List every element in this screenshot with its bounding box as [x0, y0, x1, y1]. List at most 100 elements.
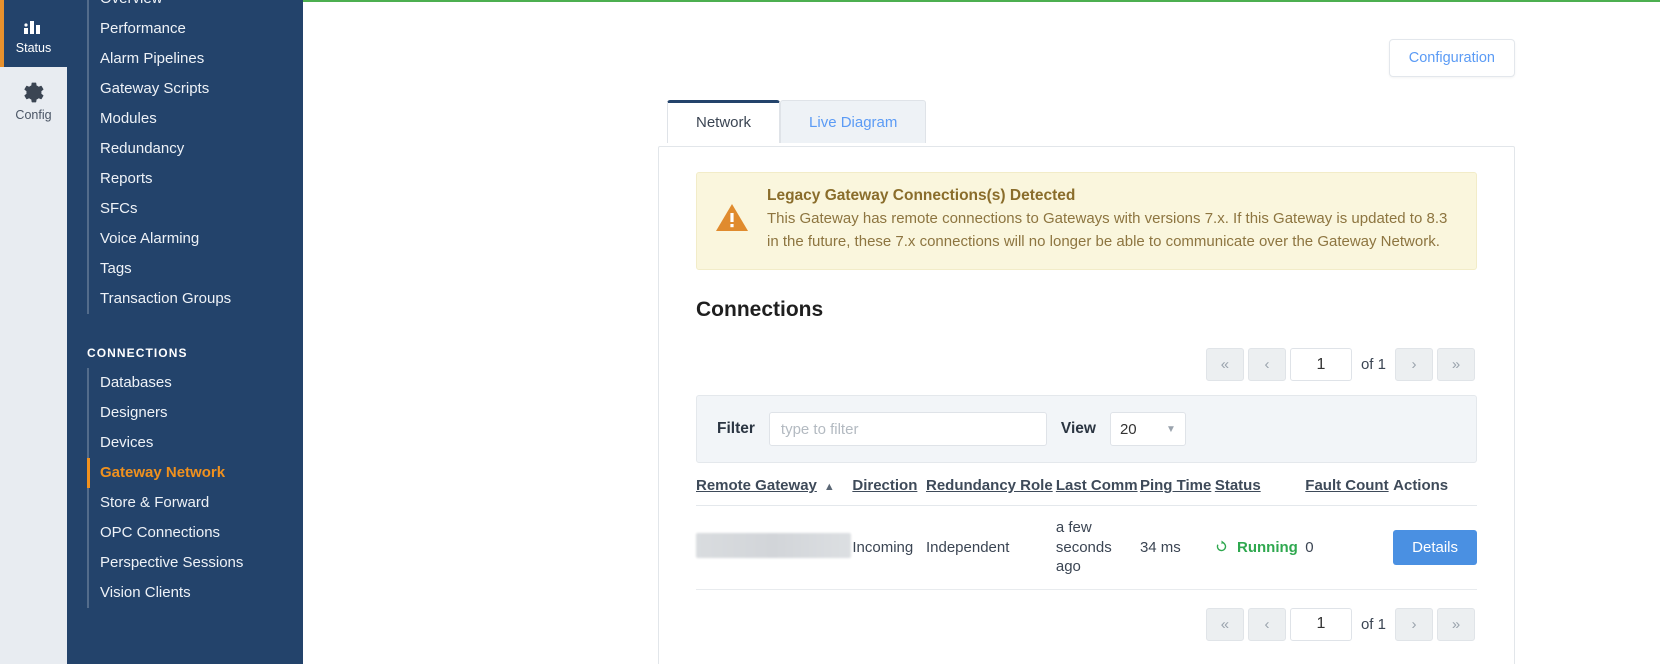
table-row: Incoming Independent a few seconds ago 3…	[696, 505, 1477, 590]
cell-direction: Incoming	[852, 505, 926, 590]
pagination-bottom: « ‹ of 1 › »	[696, 607, 1477, 641]
sort-ascending-icon: ▲	[823, 481, 835, 493]
chevron-down-icon: ▼	[1166, 423, 1176, 435]
sidebar-item-label: Gateway Network	[100, 464, 226, 481]
connections-table-body: Incoming Independent a few seconds ago 3…	[696, 505, 1477, 590]
sidebar-item-tags[interactable]: Tags	[67, 254, 303, 284]
sidebar-item-sfcs[interactable]: SFCs	[67, 194, 303, 224]
tab-live-diagram[interactable]: Live Diagram	[780, 100, 927, 143]
sidebar-item-label: Alarm Pipelines	[100, 50, 205, 67]
cell-actions: Details	[1393, 505, 1477, 590]
column-last-comm[interactable]: Last Comm	[1055, 463, 1140, 506]
page-number-input[interactable]	[1289, 348, 1352, 381]
sidebar-item-reports[interactable]: Reports	[67, 164, 303, 194]
sidebar-item-label: Databases	[100, 374, 172, 391]
sidebar-item-label: Transaction Groups	[100, 290, 232, 307]
column-label: Ping Time	[1139, 477, 1212, 494]
last-page-button[interactable]: »	[1437, 607, 1475, 641]
first-page-button[interactable]: «	[1205, 607, 1244, 641]
prev-page-button[interactable]: ‹	[1247, 607, 1286, 641]
sidebar-nav: Overview Performance Alarm Pipelines Gat…	[67, 0, 303, 664]
sidebar-item-label: Tags	[100, 260, 132, 277]
sidebar-item-gateway-network[interactable]: Gateway Network	[67, 458, 303, 488]
sidebar-item-label: Reports	[100, 170, 153, 187]
column-label: Actions	[1393, 477, 1449, 494]
column-redundancy-role[interactable]: Redundancy Role	[925, 463, 1056, 506]
sidebar-item-label: Gateway Scripts	[100, 80, 210, 97]
sidebar-item-overview[interactable]: Overview	[67, 0, 303, 14]
sidebar-item-voice-alarming[interactable]: Voice Alarming	[67, 224, 303, 254]
sidebar-section-connections: CONNECTIONS	[87, 346, 188, 360]
sidebar-item-label: Devices	[100, 434, 154, 451]
cell-remote-gateway	[696, 505, 853, 590]
cell-ping-time: 34 ms	[1139, 505, 1215, 590]
search-input[interactable]	[768, 412, 1047, 446]
table-header-row: Remote Gateway ▲ Direction Redundancy Rol…	[696, 463, 1477, 506]
sidebar-item-designers[interactable]: Designers	[67, 398, 303, 428]
sidebar-item-performance[interactable]: Performance	[67, 14, 303, 44]
sidebar-item-label: Perspective Sessions	[100, 554, 244, 571]
column-label: Fault Count	[1305, 477, 1389, 494]
column-status[interactable]: Status	[1214, 463, 1306, 506]
connections-heading: Connections	[696, 298, 824, 321]
sidebar-item-store-and-forward[interactable]: Store & Forward	[67, 488, 303, 518]
top-accent-bar	[303, 0, 1660, 2]
bar-chart-icon	[23, 12, 45, 38]
cell-status: Running	[1214, 505, 1306, 590]
page-size-value: 20	[1119, 420, 1137, 438]
gear-icon	[22, 79, 45, 105]
page-number-input[interactable]	[1289, 607, 1352, 641]
first-page-button[interactable]: «	[1205, 348, 1244, 381]
page-size-select[interactable]: 20 ▼	[1109, 412, 1186, 446]
tab-network[interactable]: Network	[667, 100, 781, 143]
status-text: Running	[1237, 538, 1298, 556]
prev-page-button[interactable]: ‹	[1247, 348, 1286, 381]
configuration-button[interactable]: Configuration	[1388, 39, 1515, 77]
column-direction[interactable]: Direction	[852, 463, 926, 506]
sidebar-item-label: Store & Forward	[100, 494, 210, 511]
sidebar-item-label: OPC Connections	[100, 524, 221, 541]
sidebar-item-label: SFCs	[100, 200, 138, 217]
sidebar-item-modules[interactable]: Modules	[67, 104, 303, 134]
pagination-top: « ‹ of 1 › »	[696, 348, 1477, 381]
details-button[interactable]: Details	[1393, 529, 1477, 565]
column-label: Last Comm	[1055, 477, 1138, 494]
column-label: Remote Gateway	[696, 477, 817, 494]
column-label: Status	[1214, 477, 1261, 494]
sidebar-item-gateway-scripts[interactable]: Gateway Scripts	[67, 74, 303, 104]
next-page-button[interactable]: ›	[1395, 607, 1433, 641]
sidebar-item-label: Overview	[100, 0, 163, 7]
column-fault-count[interactable]: Fault Count	[1305, 463, 1394, 506]
view-label: View	[1060, 420, 1096, 437]
sidebar-item-opc-connections[interactable]: OPC Connections	[67, 518, 303, 548]
last-page-button[interactable]: »	[1437, 348, 1475, 381]
sidebar-item-label: Vision Clients	[100, 584, 191, 601]
cell-fault-count: 0	[1305, 505, 1394, 590]
column-ping-time[interactable]: Ping Time	[1139, 463, 1215, 506]
sidebar-item-perspective-sessions[interactable]: Perspective Sessions	[67, 548, 303, 578]
column-remote-gateway[interactable]: Remote Gateway ▲	[696, 463, 853, 506]
sidebar-item-label: Performance	[100, 20, 186, 37]
legacy-connections-alert: Legacy Gateway Connections(s) Detected T…	[696, 172, 1477, 270]
cell-redundancy-role: Independent	[925, 505, 1056, 590]
sidebar-item-vision-clients[interactable]: Vision Clients	[67, 578, 303, 608]
sidebar-item-databases[interactable]: Databases	[67, 368, 303, 398]
sidebar-item-devices[interactable]: Devices	[67, 428, 303, 458]
next-page-button[interactable]: ›	[1395, 348, 1433, 381]
running-refresh-icon	[1215, 539, 1232, 556]
sidebar-item-transaction-groups[interactable]: Transaction Groups	[67, 284, 303, 314]
sidebar-item-label: Modules	[100, 110, 157, 127]
rail-item-label: Status	[15, 41, 52, 55]
main-content: Configuration Network Live Diagram Legac…	[303, 0, 1660, 664]
rail-item-config[interactable]: Config	[0, 67, 67, 134]
tab-bar: Network Live Diagram	[667, 100, 927, 143]
connections-table: Remote Gateway ▲ Direction Redundancy Rol…	[696, 463, 1477, 590]
sidebar-item-label: Redundancy	[100, 140, 185, 157]
rail-item-status[interactable]: Status	[0, 0, 67, 67]
sidebar-item-redundancy[interactable]: Redundancy	[67, 134, 303, 164]
sidebar-item-label: Designers	[100, 404, 168, 421]
column-label: Redundancy Role	[925, 477, 1053, 494]
app-root: Status Config Overview Performance Alarm…	[0, 0, 1660, 664]
sidebar-item-alarm-pipelines[interactable]: Alarm Pipelines	[67, 44, 303, 74]
column-actions: Actions	[1393, 463, 1477, 506]
